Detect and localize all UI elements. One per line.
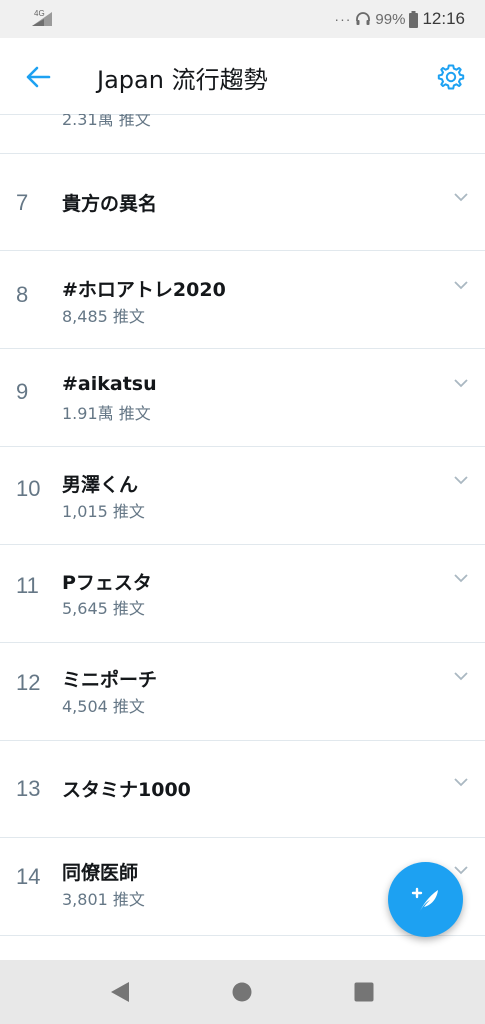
page-title: Japan 流行趨勢 xyxy=(97,66,268,94)
chevron-down-icon[interactable] xyxy=(453,668,469,684)
chevron-down-icon[interactable] xyxy=(453,472,469,488)
chevron-down-icon[interactable] xyxy=(453,774,469,790)
trend-name: ミニポーチ xyxy=(62,669,158,691)
square-recents-icon xyxy=(354,982,374,1002)
trend-tweet-count: 5,645 推文 xyxy=(62,599,145,618)
chevron-down-icon[interactable] xyxy=(453,570,469,586)
trend-row[interactable]: 8 #ホロアトレ2020 8,485 推文 xyxy=(0,251,485,349)
trend-rank: 13 xyxy=(16,776,41,801)
trend-row[interactable]: 10 男澤くん 1,015 推文 xyxy=(0,447,485,545)
compose-tweet-icon xyxy=(411,887,438,913)
more-notifications-icon: ··· xyxy=(334,11,352,27)
trend-row[interactable]: 11 Pフェスタ 5,645 推文 xyxy=(0,545,485,643)
back-button[interactable] xyxy=(18,58,58,96)
trend-tweet-count: 2.31萬 推文 xyxy=(62,114,151,129)
chevron-down-icon[interactable] xyxy=(453,189,469,205)
network-type: 4G xyxy=(34,9,45,18)
triangle-back-icon xyxy=(111,982,129,1002)
trend-row[interactable]: 9 #aikatsu 1.91萬 推文 xyxy=(0,349,485,447)
trend-name: 貴方の異名 xyxy=(62,193,158,215)
trend-name: #ホロアトレ2020 xyxy=(62,279,226,301)
trend-rank: 10 xyxy=(16,476,41,501)
app-header: Japan 流行趨勢 xyxy=(0,38,485,115)
trend-tweet-count: 1.91萬 推文 xyxy=(62,404,151,423)
trend-row[interactable]: 12 ミニポーチ 4,504 推文 xyxy=(0,643,485,741)
trend-row[interactable]: 13 スタミナ1000 xyxy=(0,741,485,838)
nav-home-button[interactable] xyxy=(230,980,254,1004)
trend-rank: 8 xyxy=(16,282,29,307)
clock: 12:16 xyxy=(422,9,465,28)
headphones-icon xyxy=(356,12,371,25)
trend-name: #aikatsu xyxy=(62,373,157,395)
trend-row[interactable]: 7 貴方の異名 xyxy=(0,153,485,251)
gear-icon xyxy=(437,64,465,90)
settings-button[interactable] xyxy=(433,58,469,96)
chevron-down-icon[interactable] xyxy=(453,375,469,391)
battery-icon xyxy=(409,10,419,28)
trend-tweet-count: 3,801 推文 xyxy=(62,890,145,909)
trend-rank: 14 xyxy=(16,864,41,889)
status-right-group: ··· 99% 12:16 xyxy=(334,9,465,29)
nav-recents-button[interactable] xyxy=(352,980,376,1004)
chevron-down-icon[interactable] xyxy=(453,862,469,878)
trend-name: Pフェスタ xyxy=(62,572,152,594)
trend-name: 男澤くん xyxy=(62,474,139,496)
trend-tweet-count: 4,504 推文 xyxy=(62,697,145,716)
compose-tweet-button[interactable] xyxy=(388,862,463,937)
trend-name: 同僚医師 xyxy=(62,862,139,884)
trend-rank: 7 xyxy=(16,190,29,215)
status-bar: 4G ··· 99% 12:16 xyxy=(0,0,485,38)
circle-home-icon xyxy=(232,982,252,1002)
trend-name: スタミナ1000 xyxy=(62,779,191,801)
trend-rank: 12 xyxy=(16,670,41,695)
arrow-left-icon xyxy=(26,66,51,88)
trend-row-partial[interactable]: 2.31萬 推文 xyxy=(0,114,485,154)
system-nav-bar xyxy=(0,960,485,1024)
trend-tweet-count: 1,015 推文 xyxy=(62,502,145,521)
trend-tweet-count: 8,485 推文 xyxy=(62,307,145,326)
trend-rank: 9 xyxy=(16,379,29,404)
chevron-down-icon[interactable] xyxy=(453,277,469,293)
nav-back-button[interactable] xyxy=(108,980,132,1004)
signal-indicator: 4G xyxy=(30,9,54,32)
battery-percent: 99% xyxy=(375,10,406,28)
trend-rank: 11 xyxy=(16,573,39,598)
trends-list[interactable]: 2.31萬 推文 7 貴方の異名 8 #ホロアトレ2020 8,485 推文 9… xyxy=(0,114,485,960)
